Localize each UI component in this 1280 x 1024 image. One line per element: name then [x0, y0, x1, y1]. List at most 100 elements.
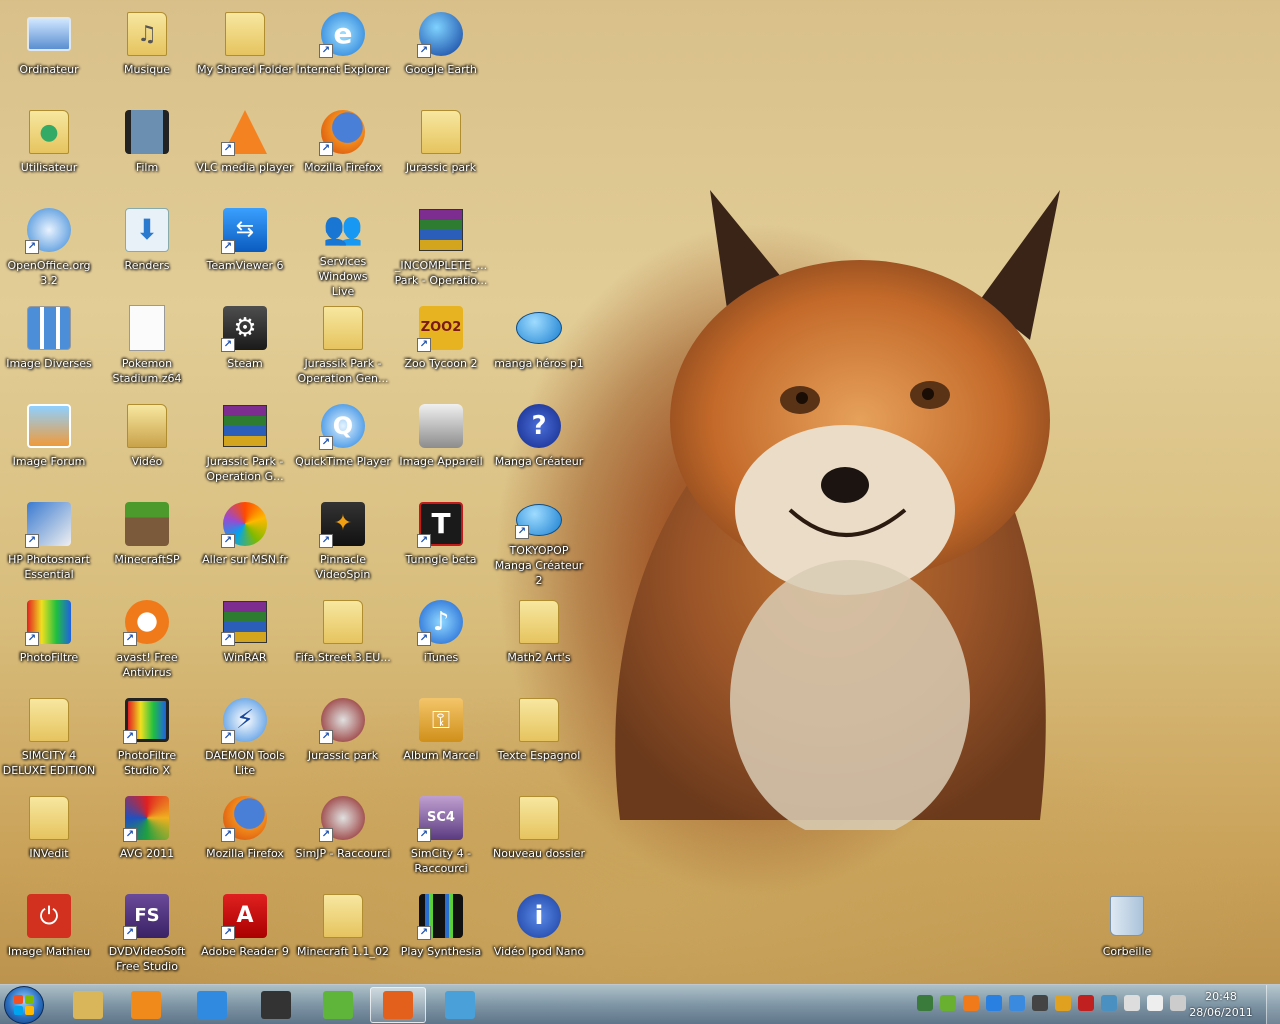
file-icon: [123, 304, 171, 352]
desktop-icon[interactable]: ↗ VLC media player: [196, 100, 294, 196]
desktop-icon[interactable]: Film: [98, 100, 196, 196]
desktop-icon[interactable]: ↗ avast! Free Antivirus: [98, 590, 196, 686]
desktop-icon[interactable]: 👥 Services Windows Live: [294, 198, 392, 298]
taskbar-button[interactable]: [370, 987, 426, 1023]
desktop-icon[interactable]: ↗ PhotoFiltre Studio X: [98, 688, 196, 784]
shortcut-arrow-icon: ↗: [417, 926, 431, 940]
desktop-icon[interactable]: T ↗ Tunngle beta: [392, 492, 490, 588]
desktop-icon[interactable]: e ↗ Internet Explorer: [294, 2, 392, 98]
desktop-icon[interactable]: MinecraftSP: [98, 492, 196, 588]
desktop-icon[interactable]: ♪ ↗ iTunes: [392, 590, 490, 686]
desktop-icon[interactable]: ↗ SimJP - Raccourci: [294, 786, 392, 882]
desktop-icon[interactable]: Jurassik Park - Operation Gen...: [294, 296, 392, 392]
desktop-icon[interactable]: ⚿ Album Marcel: [392, 688, 490, 784]
desktop-icon[interactable]: SIMCITY 4 DELUXE EDITION: [0, 688, 98, 784]
signal-icon[interactable]: [1170, 995, 1186, 1011]
desktop-icon[interactable]: ↗ Google Earth: [392, 2, 490, 98]
desktop-icon[interactable]: ↗ Mozilla Firefox: [294, 100, 392, 196]
desktop-icon[interactable]: ↗ Play Synthesia: [392, 884, 490, 980]
desktop-icon[interactable]: ↗ Aller sur MSN.fr: [196, 492, 294, 588]
desktop-icon[interactable]: Fifa.Street.3.EU...: [294, 590, 392, 686]
show-desktop-button[interactable]: [1266, 985, 1280, 1024]
start-button[interactable]: [4, 986, 44, 1024]
clock[interactable]: 20:48 28/06/2011: [1186, 989, 1256, 1021]
daemon-icon[interactable]: [1009, 995, 1025, 1011]
photofiltre-icon: [323, 991, 353, 1019]
desktop-icon[interactable]: ↗ Mozilla Firefox: [196, 786, 294, 882]
desktop-icon-label: manga héros p1: [494, 357, 584, 370]
desktop-icon-label: PhotoFiltre Studio X: [117, 749, 177, 777]
desktop-icon[interactable]: My Shared Folder: [196, 2, 294, 98]
taskbar-button[interactable]: [184, 987, 240, 1023]
network-icon[interactable]: [917, 995, 933, 1011]
taskbar-button[interactable]: [248, 987, 304, 1023]
desktop-icon[interactable]: Jurassic Park - Operation G...: [196, 394, 294, 490]
desktop-icon-label: Aller sur MSN.fr: [202, 553, 288, 566]
desktop-icon-label: OpenOffice.org 3.2: [7, 259, 91, 287]
desktop-icon[interactable]: manga héros p1: [490, 296, 588, 392]
desktop-icon[interactable]: Image Forum: [0, 394, 98, 490]
desktop-icon[interactable]: ⚙ ↗ Steam: [196, 296, 294, 392]
adobe-reader-icon: A ↗: [221, 892, 269, 940]
desktop-icon[interactable]: ↗ WinRAR: [196, 590, 294, 686]
desktop-icon[interactable]: A ↗ Adobe Reader 9: [196, 884, 294, 980]
desktop-icon-label: Play Synthesia: [400, 945, 482, 958]
desktop-icon[interactable]: i Vidéo Ipod Nano: [490, 884, 588, 980]
desktop-icon[interactable]: Image Appareil: [392, 394, 490, 490]
desktop-icon[interactable]: Texte Espagnol: [490, 688, 588, 784]
desktop-icon[interactable]: Ordinateur: [0, 2, 98, 98]
desktop-icon[interactable]: ⬇ Renders: [98, 198, 196, 294]
hp-photosmart-icon: ↗: [25, 500, 73, 548]
film-icon: [123, 108, 171, 156]
desktop-icon[interactable]: Jurassic park: [392, 100, 490, 196]
taskbar-button[interactable]: [60, 987, 116, 1023]
update-icon[interactable]: [1101, 995, 1117, 1011]
folder-icon: [515, 794, 563, 842]
desktop-icon[interactable]: ⏻ Image Mathieu: [0, 884, 98, 980]
desktop-icon[interactable]: INVedit: [0, 786, 98, 882]
avg-icon[interactable]: [1055, 995, 1071, 1011]
desktop-icon[interactable]: SC4 ↗ SimCity 4 - Raccourci: [392, 786, 490, 882]
jurassic-park-icon: ↗: [319, 696, 367, 744]
taskbar-button[interactable]: [432, 987, 488, 1023]
desktop-icon[interactable]: ↗ HP Photosmart Essential: [0, 492, 98, 588]
windows-live-icon: 👥: [323, 209, 363, 247]
desktop-icon[interactable]: ↗ AVG 2011: [98, 786, 196, 882]
taskbar-button[interactable]: [118, 987, 174, 1023]
desktop-icon-label: Fifa.Street.3.EU...: [295, 651, 391, 664]
desktop-icon[interactable]: ZOO2 ↗ Zoo Tycoon 2: [392, 296, 490, 392]
desktop-icon[interactable]: Math2 Art's: [490, 590, 588, 686]
shortcut-arrow-icon: ↗: [417, 828, 431, 842]
shortcut-arrow-icon: ↗: [319, 436, 333, 450]
desktop-icon[interactable]: ↗ TOKYOPOP Manga Créateur 2: [490, 492, 588, 588]
desktop-icon[interactable]: ♫ Musique: [98, 2, 196, 98]
utorrent-icon[interactable]: [940, 995, 956, 1011]
desktop-icon[interactable]: ↗ OpenOffice.org 3.2: [0, 198, 98, 294]
desktop-icon[interactable]: Image Diverses: [0, 296, 98, 392]
shortcut-arrow-icon: ↗: [25, 240, 39, 254]
taskbar-button[interactable]: [310, 987, 366, 1023]
desktop-icon[interactable]: ● Utilisateur: [0, 100, 98, 196]
flag-icon[interactable]: [1147, 995, 1163, 1011]
desktop-icon-label: MinecraftSP: [114, 553, 180, 566]
desktop-icon[interactable]: Pokemon Stadium.z64: [98, 296, 196, 392]
desktop-icon[interactable]: Q ↗ QuickTime Player: [294, 394, 392, 490]
desktop-icon[interactable]: ⇆ ↗ TeamViewer 6: [196, 198, 294, 294]
adobe-icon[interactable]: [1078, 995, 1094, 1011]
volume-icon[interactable]: [1124, 995, 1140, 1011]
desktop-icon[interactable]: ↗ PhotoFiltre: [0, 590, 98, 686]
desktop-icon[interactable]: ✦ ↗ Pinnacle VideoSpin: [294, 492, 392, 588]
desktop-icon[interactable]: _INCOMPLETE_... Park - Operatio...: [392, 198, 490, 294]
desktop-icon-label: Ordinateur: [19, 63, 79, 76]
desktop-icon[interactable]: ⚡ ↗ DAEMON Tools Lite: [196, 688, 294, 784]
desktop-icon[interactable]: ↗ Jurassic park: [294, 688, 392, 784]
avast-icon[interactable]: [963, 995, 979, 1011]
desktop-icon[interactable]: Corbeille: [1078, 884, 1176, 980]
desktop-icon[interactable]: Vidéo: [98, 394, 196, 490]
desktop-icon[interactable]: Minecraft 1.1_02: [294, 884, 392, 980]
desktop-icon[interactable]: Nouveau dossier: [490, 786, 588, 882]
teamviewer-icon[interactable]: [986, 995, 1002, 1011]
desktop-icon[interactable]: FS ↗ DVDVideoSoft Free Studio: [98, 884, 196, 980]
steam-icon[interactable]: [1032, 995, 1048, 1011]
desktop-icon[interactable]: ? Manga Créateur: [490, 394, 588, 490]
